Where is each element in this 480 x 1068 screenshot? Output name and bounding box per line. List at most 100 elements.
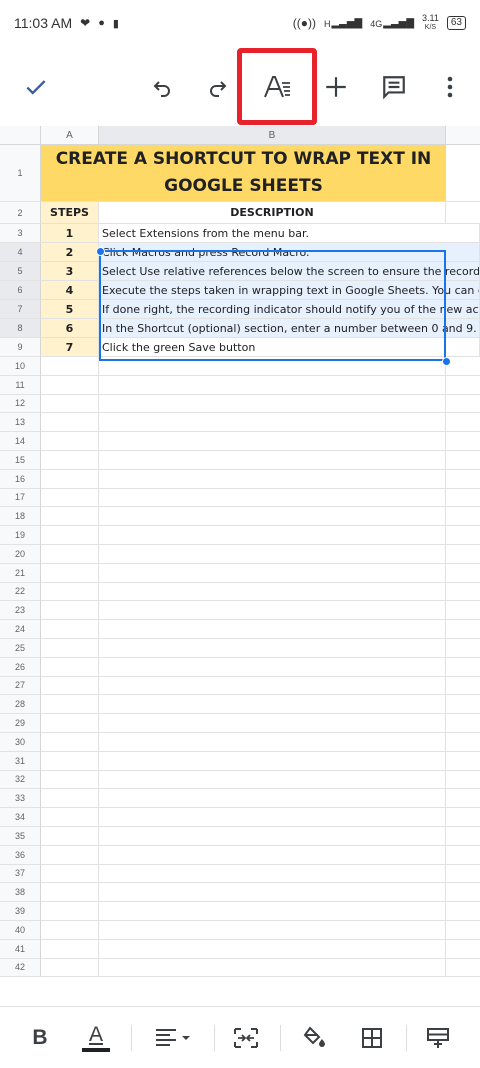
empty-cell[interactable] [41,451,99,470]
row-header-15[interactable]: 15 [0,451,41,470]
row-header-14[interactable]: 14 [0,432,41,451]
selection-handle-top[interactable] [96,247,105,256]
empty-cell[interactable] [41,958,99,978]
empty-cell[interactable] [446,413,480,433]
empty-cell[interactable] [99,827,446,846]
check-icon[interactable] [12,48,60,126]
row-header-16[interactable]: 16 [0,469,41,489]
empty-cell[interactable] [99,695,446,715]
empty-cell[interactable] [446,827,480,846]
empty-cell[interactable] [446,639,480,658]
row-header-27[interactable]: 27 [0,676,41,696]
empty-cell[interactable] [446,470,480,489]
borders-icon[interactable] [348,1007,396,1068]
empty-cell[interactable] [446,451,480,470]
empty-cell[interactable] [99,357,446,376]
empty-cell[interactable] [41,601,99,621]
empty-cell[interactable] [99,545,446,564]
empty-cell[interactable] [41,902,99,921]
empty-cell[interactable] [446,564,480,583]
redo-icon[interactable] [194,48,242,126]
empty-cell[interactable] [446,376,480,395]
row-header-6[interactable]: 6 [0,281,41,300]
empty-cell[interactable] [99,939,446,959]
empty-cell[interactable] [41,545,99,564]
merge-cells-icon[interactable] [222,1007,270,1068]
row-header-9[interactable]: 9 [0,338,41,357]
align-icon[interactable] [146,1007,202,1068]
row-header-20[interactable]: 20 [0,545,41,564]
row-header-26[interactable]: 26 [0,657,41,677]
empty-cell[interactable] [41,357,99,376]
empty-cell[interactable] [446,432,480,451]
row-header-18[interactable]: 18 [0,507,41,527]
empty-cell[interactable] [99,639,446,658]
empty-cell[interactable] [99,921,446,940]
steps-header[interactable]: STEPS [41,202,99,224]
undo-icon[interactable] [138,48,186,126]
empty-cell[interactable] [41,413,99,433]
description-cell[interactable]: Click Macros and press Record Macro. [99,243,480,262]
empty-cell[interactable] [446,677,480,696]
empty-cell[interactable] [99,582,446,602]
more-vert-icon[interactable] [428,48,472,126]
empty-cell[interactable] [446,357,480,376]
empty-cell[interactable] [41,883,99,903]
empty-cell[interactable] [99,714,446,733]
row-header-12[interactable]: 12 [0,394,41,414]
step-cell[interactable]: 1 [41,224,99,243]
empty-cell[interactable] [446,601,480,621]
empty-cell[interactable] [41,526,99,545]
empty-cell[interactable] [99,488,446,508]
fill-color-icon[interactable] [290,1007,338,1068]
row-header-41[interactable]: 41 [0,939,41,959]
row-header-28[interactable]: 28 [0,695,41,715]
empty-cell[interactable] [446,865,480,884]
empty-cell[interactable] [41,751,99,771]
empty-cell[interactable] [446,526,480,545]
empty-cell[interactable] [99,526,446,545]
empty-cell[interactable] [99,601,446,621]
row-header-8[interactable]: 8 [0,319,41,338]
row-header-21[interactable]: 21 [0,563,41,583]
description-cell[interactable]: Click the green Save button [99,338,480,357]
empty-cell[interactable] [41,488,99,508]
cell-c2[interactable] [446,202,480,224]
empty-cell[interactable] [446,545,480,564]
description-cell[interactable]: If done right, the recording indicator s… [99,300,480,319]
row-header-25[interactable]: 25 [0,639,41,658]
row-header-13[interactable]: 13 [0,413,41,433]
empty-cell[interactable] [446,733,480,752]
row-header-38[interactable]: 38 [0,883,41,903]
description-cell[interactable]: Execute the steps taken in wrapping text… [99,281,480,300]
description-header[interactable]: DESCRIPTION [99,202,446,224]
row-header-32[interactable]: 32 [0,770,41,790]
bold-button[interactable]: B [16,1007,64,1068]
row-header-30[interactable]: 30 [0,733,41,752]
sheet-title-cell[interactable]: CREATE A SHORTCUT TO WRAP TEXT IN GOOGLE… [41,145,446,202]
empty-cell[interactable] [41,375,99,395]
empty-cell[interactable] [446,752,480,771]
empty-cell[interactable] [41,695,99,715]
empty-cell[interactable] [41,770,99,790]
empty-cell[interactable] [41,939,99,959]
cell-c1[interactable] [446,145,480,202]
empty-cell[interactable] [99,902,446,921]
row-header-7[interactable]: 7 [0,300,41,319]
empty-cell[interactable] [99,751,446,771]
spreadsheet-grid[interactable]: A B 1 2 3 4 5 6 7 8 9 10 11 12 13 14 15 16 17 18 19 20 21 22 2… [0,126,480,1006]
empty-cell[interactable] [99,375,446,395]
row-header-33[interactable]: 33 [0,789,41,809]
description-cell[interactable]: Select Use relative references below the… [99,262,480,281]
row-header-3[interactable]: 3 [0,224,41,243]
step-cell[interactable]: 4 [41,281,99,300]
empty-cell[interactable] [41,864,99,884]
empty-cell[interactable] [41,507,99,527]
empty-cell[interactable] [99,432,446,451]
row-header-40[interactable]: 40 [0,921,41,940]
step-cell[interactable]: 5 [41,300,99,319]
row-header-22[interactable]: 22 [0,582,41,602]
row-header-5[interactable]: 5 [0,262,41,281]
empty-cell[interactable] [446,846,480,865]
empty-cell[interactable] [446,771,480,790]
